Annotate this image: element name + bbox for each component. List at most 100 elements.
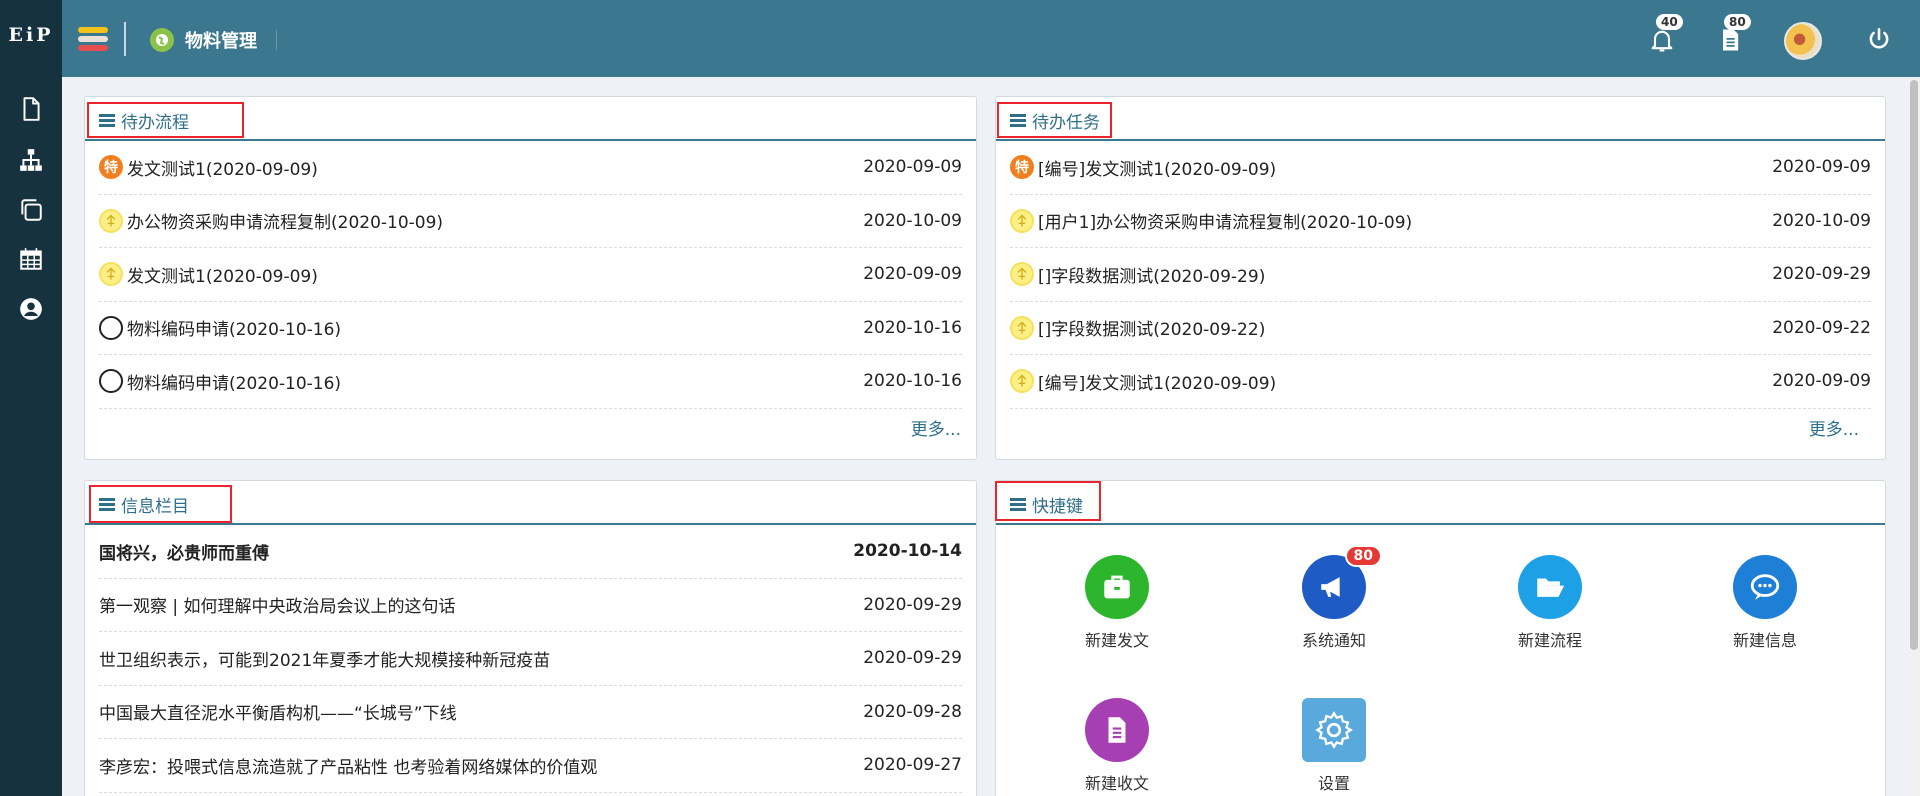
- info-list: 国将兴，必贵师而重傅 2020-10-14 第一观察 | 如何理解中央政治局会议上的…: [99, 525, 962, 793]
- list-item-title[interactable]: [编号]发文测试1(2020-09-09): [1038, 155, 1276, 180]
- scrollbar-thumb[interactable]: [1910, 80, 1918, 650]
- pending-tasks-list: 特 [编号]发文测试1(2020-09-09) 2020-09-09 [用户1]办公物…: [1010, 141, 1871, 409]
- chat-bubbles-icon[interactable]: [1733, 555, 1797, 619]
- list-item-main: [用户1]办公物资采购申请流程复制(2020-10-09): [1010, 208, 1412, 233]
- app-logo: EiP: [8, 24, 54, 46]
- notifications-button[interactable]: 40: [1644, 14, 1684, 60]
- list-item-date: 2020-10-16: [863, 317, 962, 338]
- folder-open-icon[interactable]: [1518, 555, 1582, 619]
- shortcut-badge: 80: [1344, 545, 1382, 567]
- shortcut-chat-bubbles[interactable]: 新建信息: [1705, 555, 1825, 651]
- list-item-date: 2020-09-29: [863, 648, 962, 669]
- list-item-title[interactable]: 物料编码申请(2020-10-16): [127, 369, 341, 394]
- shortcut-document[interactable]: 新建收文: [1057, 698, 1177, 794]
- list-item-title[interactable]: 办公物资采购申请流程复制(2020-10-09): [127, 208, 443, 233]
- document-list-icon: [1723, 29, 1739, 51]
- shortcut-label: 新建收文: [1084, 774, 1149, 793]
- megaphone-icon[interactable]: 80: [1302, 545, 1382, 619]
- urgent-status-icon: [1010, 315, 1034, 340]
- list-item[interactable]: [用户1]办公物资采购申请流程复制(2020-10-09) 2020-10-09: [1010, 195, 1871, 248]
- module-title[interactable]: 物料管理: [185, 27, 257, 53]
- highlight-box: [995, 481, 1101, 521]
- shortcut-label: 新建发文: [1084, 631, 1149, 650]
- list-item[interactable]: 物料编码申请(2020-10-16) 2020-10-16: [99, 302, 962, 355]
- calendar-icon[interactable]: [18, 246, 44, 272]
- left-sidebar: EiP: [0, 0, 62, 796]
- pending-flows-panel: 待办流程 特发文测试1(2020-09-09) 2020-09-09 办公物资采购申…: [84, 96, 977, 460]
- urgent-status-icon: [1010, 369, 1034, 394]
- list-item-title[interactable]: []字段数据测试(2020-09-29): [1038, 262, 1265, 287]
- list-item-title[interactable]: 中国最大直径泥水平衡盾构机——“长城号”下线: [99, 699, 457, 724]
- more-link[interactable]: 更多...: [1809, 415, 1859, 440]
- list-item-main: 第一观察 | 如何理解中央政治局会议上的这句话: [99, 592, 456, 617]
- notifications-badge: 40: [1656, 14, 1683, 30]
- list-item-title[interactable]: 发文测试1(2020-09-09): [127, 155, 318, 180]
- list-item-date: 2020-10-16: [863, 371, 962, 392]
- scrollbar[interactable]: [1908, 78, 1920, 796]
- list-item[interactable]: [编号]发文测试1(2020-09-09) 2020-09-09: [1010, 355, 1871, 409]
- user-icon[interactable]: [18, 296, 44, 322]
- power-icon[interactable]: [1866, 26, 1892, 52]
- list-item[interactable]: []字段数据测试(2020-09-29) 2020-09-29: [1010, 248, 1871, 302]
- list-item-date: 2020-10-14: [853, 541, 962, 562]
- list-item-date: 2020-09-09: [1772, 157, 1871, 178]
- list-item-title[interactable]: 第一观察 | 如何理解中央政治局会议上的这句话: [99, 592, 456, 617]
- list-item-title[interactable]: []字段数据测试(2020-09-22): [1038, 315, 1265, 340]
- messages-badge: 80: [1724, 14, 1751, 30]
- list-item[interactable]: 国将兴，必贵师而重傅 2020-10-14: [99, 525, 962, 579]
- shortcut-briefcase[interactable]: 新建发文: [1057, 555, 1177, 651]
- list-item-date: 2020-10-09: [863, 210, 962, 231]
- list-item[interactable]: 李彦宏：投喂式信息流造就了产品粘性 也考验着网络媒体的价值观 2020-09-27: [99, 739, 962, 793]
- list-item-date: 2020-09-28: [863, 701, 962, 722]
- shortcut-label: 新建流程: [1517, 631, 1582, 650]
- gear-icon[interactable]: [1302, 698, 1366, 762]
- list-item-title[interactable]: [用户1]办公物资采购申请流程复制(2020-10-09): [1038, 208, 1412, 233]
- messages-button[interactable]: 80: [1712, 14, 1752, 60]
- list-item[interactable]: 特发文测试1(2020-09-09) 2020-09-09: [99, 141, 962, 195]
- urgent-status-icon: [1010, 208, 1034, 233]
- list-item[interactable]: 中国最大直径泥水平衡盾构机——“长城号”下线 2020-09-28: [99, 686, 962, 739]
- panel-header: 快捷键: [996, 481, 1885, 525]
- normal-status-icon: [99, 369, 123, 394]
- list-item-date: 2020-09-29: [1772, 264, 1871, 285]
- list-item-date: 2020-09-09: [863, 264, 962, 285]
- list-item-date: 2020-10-09: [1772, 210, 1871, 231]
- avatar[interactable]: [1784, 22, 1822, 60]
- list-item[interactable]: 办公物资采购申请流程复制(2020-10-09) 2020-10-09: [99, 195, 962, 248]
- urgent-status-icon: [99, 208, 123, 233]
- menu-toggle-icon[interactable]: [78, 27, 108, 52]
- list-item-title[interactable]: [编号]发文测试1(2020-09-09): [1038, 369, 1276, 394]
- org-chart-icon[interactable]: [18, 147, 44, 173]
- file-icon[interactable]: [18, 96, 44, 122]
- urgent-status-icon: [99, 262, 123, 287]
- list-item[interactable]: 世卫组织表示，可能到2021年夏季才能大规模接种新冠疫苗 2020-09-29: [99, 632, 962, 686]
- briefcase-icon[interactable]: [1085, 555, 1149, 619]
- list-item-title[interactable]: 世卫组织表示，可能到2021年夏季才能大规模接种新冠疫苗: [99, 646, 550, 671]
- list-item[interactable]: 第一观察 | 如何理解中央政治局会议上的这句话 2020-09-29: [99, 579, 962, 632]
- list-item-title[interactable]: 李彦宏：投喂式信息流造就了产品粘性 也考验着网络媒体的价值观: [99, 753, 597, 778]
- shortcut-label: 新建信息: [1732, 631, 1797, 650]
- list-item-main: 世卫组织表示，可能到2021年夏季才能大规模接种新冠疫苗: [99, 646, 550, 671]
- copy-icon[interactable]: [18, 197, 44, 223]
- shortcut-gear[interactable]: 设置: [1274, 698, 1394, 794]
- list-item[interactable]: 物料编码申请(2020-10-16) 2020-10-16: [99, 355, 962, 409]
- pending-flows-list: 特发文测试1(2020-09-09) 2020-09-09 办公物资采购申请流程复制…: [99, 141, 962, 409]
- list-item-title[interactable]: 物料编码申请(2020-10-16): [127, 315, 341, 340]
- shortcut-folder-open[interactable]: 新建流程: [1490, 555, 1610, 651]
- top-bar: 物料管理 40 80: [62, 0, 1920, 77]
- list-item-main: 物料编码申请(2020-10-16): [99, 369, 341, 394]
- highlight-box: [997, 102, 1112, 138]
- shortcut-megaphone[interactable]: 80 系统通知: [1274, 545, 1394, 651]
- list-item[interactable]: 特 [编号]发文测试1(2020-09-09) 2020-09-09: [1010, 141, 1871, 195]
- list-item-title[interactable]: 发文测试1(2020-09-09): [127, 262, 318, 287]
- list-item[interactable]: []字段数据测试(2020-09-22) 2020-09-22: [1010, 302, 1871, 355]
- list-item[interactable]: 发文测试1(2020-09-09) 2020-09-09: [99, 248, 962, 302]
- document-icon[interactable]: [1085, 698, 1149, 762]
- list-item-main: [编号]发文测试1(2020-09-09): [1010, 369, 1276, 394]
- more-link[interactable]: 更多...: [911, 415, 961, 440]
- list-item-title[interactable]: 国将兴，必贵师而重傅: [99, 539, 269, 564]
- list-item-main: []字段数据测试(2020-09-29): [1010, 262, 1265, 287]
- shortcut-label: 设置: [1317, 774, 1350, 793]
- list-item-date: 2020-09-09: [1772, 371, 1871, 392]
- pending-tasks-panel: 待办任务 特 [编号]发文测试1(2020-09-09) 2020-09-09 [用户…: [995, 96, 1886, 460]
